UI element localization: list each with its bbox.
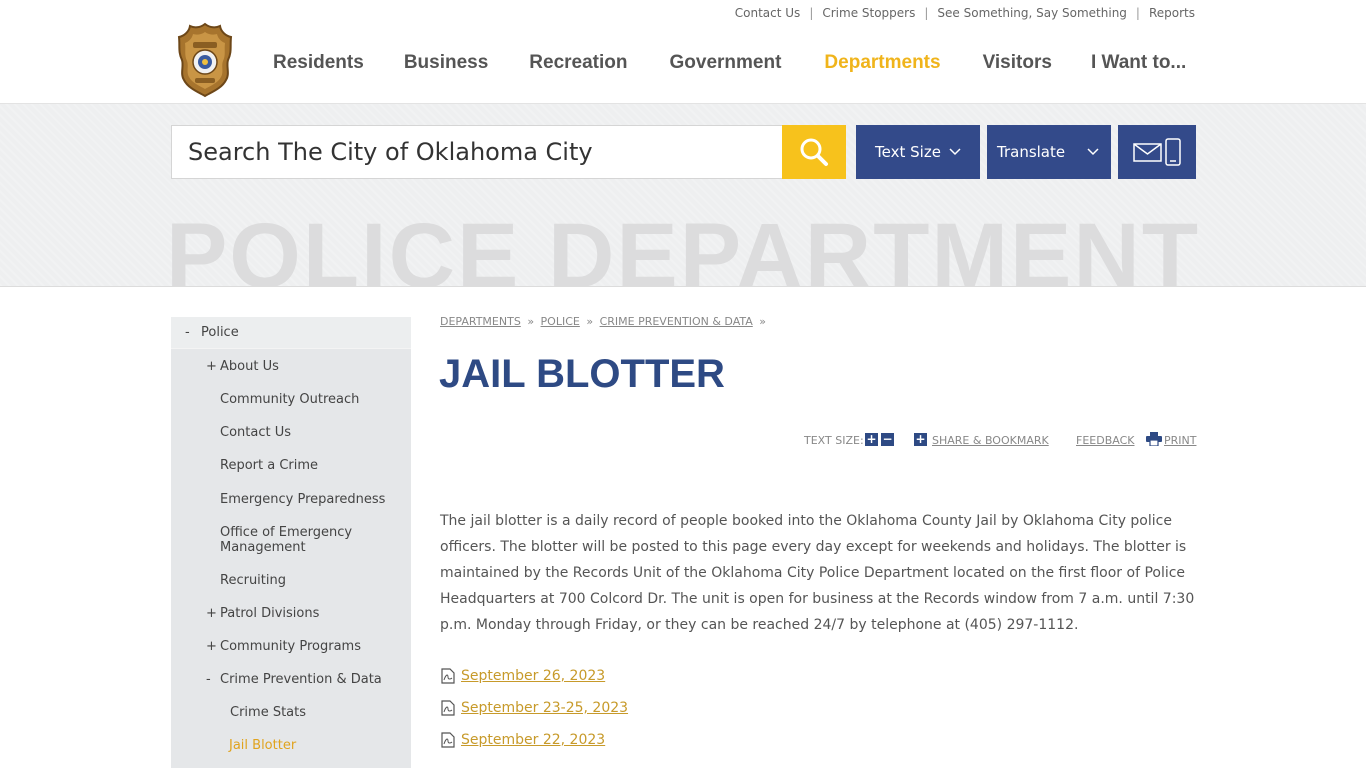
chevron-down-icon — [949, 148, 961, 156]
badge-icon — [177, 22, 233, 98]
print-icon[interactable] — [1146, 432, 1162, 446]
sidebar-item-label: Crime Prevention & Data — [220, 672, 382, 687]
sidebar-item-label: Crime Stats — [230, 705, 307, 720]
translate-label: Translate — [997, 143, 1066, 161]
sidebar-item-label: Report a Crime — [220, 458, 319, 473]
sidebar-item-label: Jail Blotter — [229, 738, 297, 753]
email-icon — [1133, 143, 1162, 162]
intro-paragraph: The jail blotter is a daily record of pe… — [440, 513, 1195, 633]
sidebar-item-label: Police — [201, 325, 239, 340]
text-size-tool-label: TEXT SIZE: — [804, 434, 864, 447]
sidebar-item-label: Emergency Preparedness — [220, 492, 386, 507]
text-size-decrease-button[interactable]: − — [881, 433, 894, 446]
sidebar-item-about-us[interactable]: + About Us — [206, 359, 279, 374]
nav-i-want-to[interactable]: I Want to... — [1091, 52, 1186, 74]
utility-link-contact-us[interactable]: Contact Us — [735, 6, 801, 20]
utility-separator: | — [1135, 6, 1140, 20]
main-nav: Residents Business Recreation Government… — [273, 52, 1186, 74]
sidebar-item-label: Patrol Divisions — [220, 606, 320, 621]
nav-government[interactable]: Government — [670, 52, 782, 74]
list-item: September 22, 2023 — [440, 732, 605, 748]
document-link-sep-26[interactable]: September 26, 2023 — [461, 668, 605, 684]
utility-nav: Contact Us | Crime Stoppers | See Someth… — [735, 6, 1195, 20]
nav-recreation[interactable]: Recreation — [529, 52, 627, 74]
search-icon — [800, 138, 828, 166]
breadcrumb-departments[interactable]: DEPARTMENTS — [440, 315, 521, 328]
sidebar-item-office-of-emergency-management[interactable]: Office of Emergency Management — [220, 525, 370, 555]
list-item: September 23-25, 2023 — [440, 700, 628, 716]
expand-marker: + — [206, 359, 217, 374]
breadcrumb-separator: » — [759, 315, 767, 328]
sidebar-item-label: Community Programs — [220, 639, 361, 654]
sidebar-item-contact-us[interactable]: Contact Us — [220, 425, 291, 440]
sidebar-item-label: Recruiting — [220, 573, 286, 588]
collapse-marker: - — [185, 325, 190, 340]
print-link[interactable]: PRINT — [1164, 434, 1196, 447]
search-placeholder: Search The City of Oklahoma City — [188, 138, 593, 166]
sidebar-item-community-programs[interactable]: + Community Programs — [206, 639, 361, 654]
mobile-phone-icon — [1165, 138, 1181, 166]
pdf-file-icon — [441, 700, 455, 716]
breadcrumb-separator: » — [527, 315, 535, 328]
sidebar-item-label: About Us — [220, 359, 279, 374]
utility-separator: | — [809, 6, 814, 20]
breadcrumb: DEPARTMENTS » POLICE » CRIME PREVENTION … — [440, 315, 769, 328]
feedback-link[interactable]: FEEDBACK — [1076, 434, 1134, 447]
share-plus-icon[interactable]: + — [914, 433, 927, 446]
collapse-marker: - — [206, 672, 211, 687]
pdf-file-icon — [441, 732, 455, 748]
sidebar-item-crime-stats[interactable]: Crime Stats — [230, 705, 306, 720]
sidebar-item-recruiting[interactable]: Recruiting — [220, 573, 286, 588]
nav-residents[interactable]: Residents — [273, 52, 364, 74]
expand-marker: + — [206, 639, 217, 654]
translate-button[interactable]: Translate — [987, 125, 1111, 179]
nav-business[interactable]: Business — [404, 52, 488, 74]
alerts-signup-button[interactable] — [1118, 125, 1196, 179]
sidebar-item-label: Office of Emergency Management — [220, 525, 353, 555]
list-item: September 26, 2023 — [440, 668, 605, 684]
sidebar-item-community-outreach[interactable]: Community Outreach — [220, 392, 359, 407]
site-header: Contact Us | Crime Stoppers | See Someth… — [0, 0, 1366, 104]
pdf-file-icon — [441, 668, 455, 684]
text-size-button[interactable]: Text Size — [856, 125, 980, 179]
sidebar-item-report-a-crime[interactable]: Report a Crime — [220, 458, 318, 473]
breadcrumb-police[interactable]: POLICE — [541, 315, 580, 328]
expand-marker: + — [206, 606, 217, 621]
sidebar-nav: - Police + About Us Community Outreach C… — [171, 317, 411, 768]
utility-separator: | — [924, 6, 929, 20]
document-link-sep-23-25[interactable]: September 23-25, 2023 — [461, 700, 628, 716]
sidebar-item-emergency-preparedness[interactable]: Emergency Preparedness — [220, 492, 385, 507]
sidebar-item-patrol-divisions[interactable]: + Patrol Divisions — [206, 606, 320, 621]
nav-departments[interactable]: Departments — [824, 52, 940, 74]
text-size-label: Text Size — [875, 143, 941, 161]
utility-link-crime-stoppers[interactable]: Crime Stoppers — [822, 6, 915, 20]
nav-visitors[interactable]: Visitors — [983, 52, 1052, 74]
sidebar-item-label: Community Outreach — [220, 392, 360, 407]
document-link-sep-22[interactable]: September 22, 2023 — [461, 732, 605, 748]
sidebar-item-crime-prevention-data[interactable]: - Crime Prevention & Data — [206, 672, 382, 687]
page-title: JAIL BLOTTER — [439, 352, 725, 396]
banner: Search The City of Oklahoma City Text Si… — [0, 104, 1366, 287]
breadcrumb-separator: » — [586, 315, 594, 328]
chevron-down-icon — [1087, 148, 1099, 156]
sidebar-item-police[interactable]: - Police — [171, 317, 411, 349]
sidebar-item-label: Contact Us — [220, 425, 291, 440]
search-input[interactable]: Search The City of Oklahoma City — [171, 125, 783, 179]
utility-link-see-something[interactable]: See Something, Say Something — [937, 6, 1127, 20]
search-button[interactable] — [782, 125, 846, 179]
sidebar-item-jail-blotter[interactable]: Jail Blotter — [229, 738, 296, 753]
utility-link-reports[interactable]: Reports — [1149, 6, 1195, 20]
text-size-increase-button[interactable]: + — [865, 433, 878, 446]
page-tools: TEXT SIZE: + − + SHARE & BOOKMARK FEEDBA… — [804, 432, 1196, 450]
share-bookmark-link[interactable]: SHARE & BOOKMARK — [932, 434, 1049, 447]
banner-title: POLICE DEPARTMENT — [165, 205, 1201, 287]
breadcrumb-crime-prevention[interactable]: CRIME PREVENTION & DATA — [600, 315, 753, 328]
police-badge-logo[interactable] — [176, 22, 234, 98]
